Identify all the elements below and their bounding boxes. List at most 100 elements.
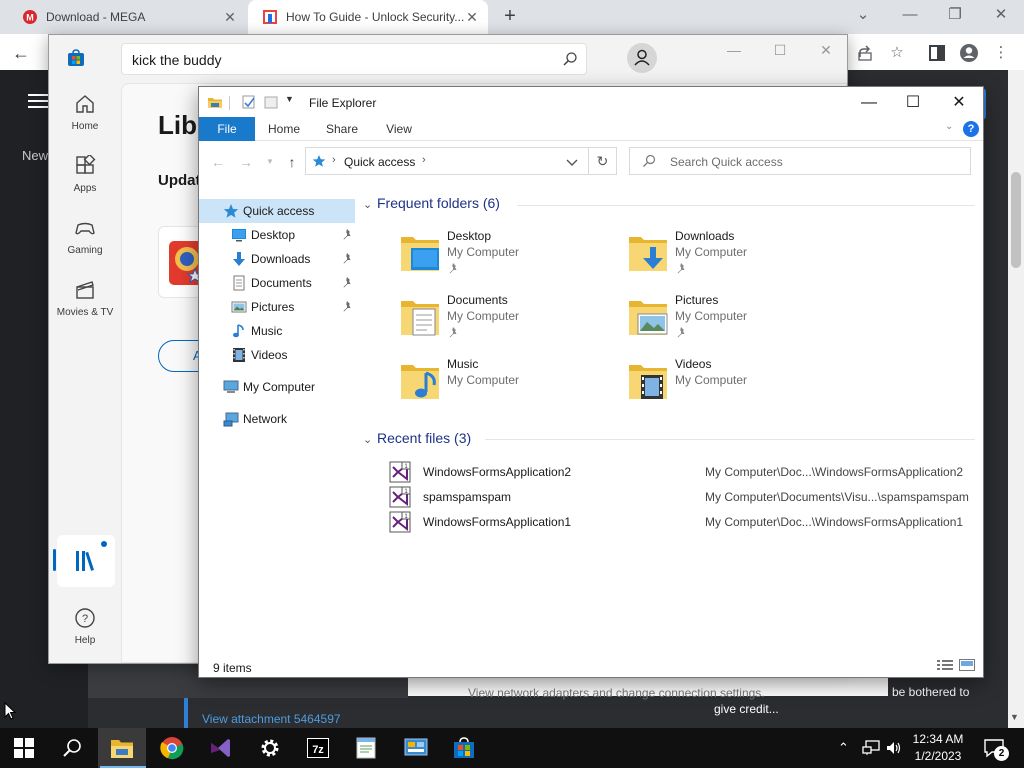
nav-network[interactable]: Network [199,407,355,431]
browser-restore-button[interactable]: ❐ [940,4,970,26]
address-dropdown-icon[interactable] [564,154,580,170]
store-minimize-button[interactable]: — [719,39,749,61]
tab-close-icon[interactable]: ✕ [464,9,480,26]
recent-files-header[interactable]: ⌄ Recent files (3) [363,430,471,446]
store-nav-home[interactable]: Home [49,93,121,132]
taskbar-file-explorer[interactable] [98,728,146,768]
pin-icon[interactable] [341,276,353,288]
recent-file-row[interactable]: 1 WindowsFormsApplication1 My Computer\D… [389,511,979,533]
ribbon-tab-share[interactable]: Share [319,117,365,141]
breadcrumb-chevron-icon[interactable]: › [332,154,336,166]
search-input[interactable]: Search Quick access [670,155,783,169]
details-view-icon[interactable] [937,659,953,671]
ribbon-tab-file[interactable]: File [199,117,255,141]
folder-tile-documents[interactable]: Documents My Computer [399,291,619,347]
profile-avatar-icon[interactable] [958,42,980,64]
scroll-down-arrow-icon[interactable]: ▼ [1010,712,1019,722]
nav-pictures[interactable]: Pictures [199,295,355,319]
ribbon-tab-home[interactable]: Home [261,117,307,141]
store-maximize-button[interactable]: ☐ [765,39,795,61]
breadcrumb-chevron-icon[interactable]: › [422,154,426,166]
store-search-input[interactable]: kick the buddy [132,52,222,68]
nav-quick-access[interactable]: Quick access [199,199,355,223]
breadcrumb-quick-access[interactable]: Quick access [344,155,415,169]
browser-tab-howto[interactable]: How To Guide - Unlock Security... ✕ [248,0,488,34]
folder-tile-downloads[interactable]: Downloads My Computer [627,227,847,283]
search-icon[interactable] [562,51,578,67]
store-close-button[interactable]: ✕ [811,39,841,61]
large-icons-view-icon[interactable] [959,659,975,671]
new-folder-icon[interactable] [263,94,279,110]
store-nav-movies[interactable]: Movies & TV [49,279,121,318]
store-nav-help[interactable]: ? Help [49,607,121,646]
bookmark-star-icon[interactable]: ☆ [886,42,908,64]
clock-time[interactable]: 12:34 AM [910,732,966,746]
pin-icon[interactable] [341,300,353,312]
start-button[interactable] [0,728,48,768]
nav-desktop[interactable]: Desktop [199,223,355,247]
address-row: ← → ▼ ↑ › Quick access › ↻ Search Quick … [199,145,983,179]
address-bar[interactable]: › Quick access › [305,147,589,175]
page-scrollbar-thumb[interactable] [1011,172,1021,268]
properties-icon[interactable] [241,94,257,110]
taskbar-visual-studio[interactable] [196,728,244,768]
pin-icon[interactable] [341,252,353,264]
ribbon-tab-view[interactable]: View [377,117,421,141]
explorer-close-button[interactable]: ✕ [939,91,979,115]
search-box[interactable]: Search Quick access [629,147,971,175]
recent-file-row[interactable]: 1 WindowsFormsApplication2 My Computer\D… [389,461,979,483]
folder-tile-videos[interactable]: Videos My Computer [627,355,847,411]
browser-close-button[interactable]: ✕ [986,4,1016,26]
refresh-icon[interactable]: ↻ [589,147,617,175]
collapse-chevron-icon[interactable]: ⌄ [363,433,377,446]
taskbar-chrome[interactable] [148,728,196,768]
customize-qat-icon[interactable]: ▼ [285,94,301,110]
attachment-link[interactable]: View attachment 5464597 [202,712,341,726]
tab-search-icon[interactable]: ⌄ [848,4,878,26]
show-hidden-icons-chevron-icon[interactable]: ⌃ [838,740,852,755]
hamburger-menu-icon[interactable] [28,94,48,108]
folder-tile-pictures[interactable]: Pictures My Computer [627,291,847,347]
explorer-maximize-button[interactable]: ☐ [893,91,933,115]
side-panel-icon[interactable] [926,42,948,64]
taskbar-store[interactable] [440,728,488,768]
store-account-avatar[interactable] [627,43,657,73]
browser-tab-mega[interactable]: M Download - MEGA ✕ [8,0,246,34]
new-tab-button[interactable]: + [500,6,520,26]
browser-menu-icon[interactable]: ⋮ [990,42,1012,64]
page-scrollbar[interactable] [1008,70,1024,728]
network-icon[interactable] [862,740,880,756]
taskbar-7zip[interactable]: 7z [294,728,342,768]
recent-file-row[interactable]: 1 spamspamspam My Computer\Documents\Vis… [389,486,979,508]
pin-icon[interactable] [341,228,353,240]
recent-locations-icon[interactable]: ▼ [261,153,279,171]
nav-documents[interactable]: Documents [199,271,355,295]
back-arrow-icon[interactable]: ← [209,153,227,171]
volume-icon[interactable] [886,740,902,756]
store-search-box[interactable]: kick the buddy [121,43,587,75]
back-arrow-icon[interactable]: ← [8,40,34,66]
nav-music[interactable]: Music [199,319,355,343]
taskbar-search-button[interactable] [48,728,96,768]
browser-minimize-button[interactable]: — [895,4,925,26]
share-icon[interactable] [854,42,876,64]
taskbar-notepad[interactable] [342,728,390,768]
nav-downloads[interactable]: Downloads [199,247,355,271]
store-nav-gaming[interactable]: Gaming [49,217,121,256]
tab-close-icon[interactable]: ✕ [222,9,238,26]
expand-ribbon-icon[interactable]: ⌄ [945,121,957,135]
explorer-minimize-button[interactable]: — [849,91,889,115]
help-icon[interactable]: ? [963,121,979,137]
collapse-chevron-icon[interactable]: ⌄ [363,198,377,211]
up-arrow-icon[interactable]: ↑ [283,153,301,171]
forward-arrow-icon[interactable]: → [237,153,255,171]
frequent-folders-header[interactable]: ⌄ Frequent folders (6) [363,195,500,211]
taskbar-settings[interactable] [246,728,294,768]
nav-my-computer[interactable]: My Computer [199,375,355,399]
clock-date[interactable]: 1/2/2023 [910,749,966,763]
store-nav-apps[interactable]: Apps [49,155,121,194]
folder-tile-music[interactable]: Music My Computer [399,355,619,411]
nav-videos[interactable]: Videos [199,343,355,367]
folder-tile-desktop[interactable]: Desktop My Computer [399,227,619,283]
taskbar-control-panel[interactable] [392,728,440,768]
